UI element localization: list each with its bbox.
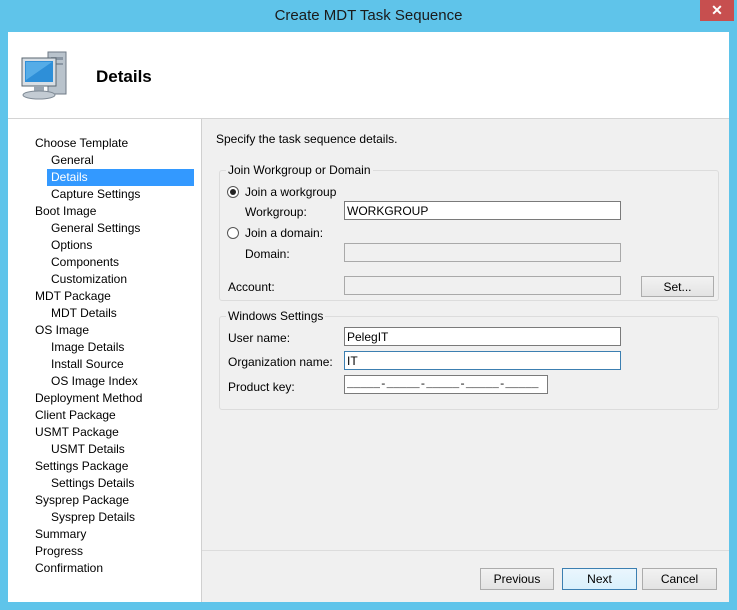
account-input[interactable] [344, 276, 621, 295]
join-group-title: Join Workgroup or Domain [226, 163, 373, 177]
account-label: Account: [228, 280, 275, 294]
workgroup-label: Workgroup: [245, 205, 307, 219]
step-item-mdt-details[interactable]: MDT Details [8, 305, 201, 322]
step-item-mdt-package[interactable]: MDT Package [8, 288, 201, 305]
page-title: Details [96, 67, 152, 86]
previous-button[interactable]: Previous [480, 568, 554, 590]
product-key-input[interactable]: _____-_____-_____-_____-_____ [344, 375, 548, 394]
step-item-usmt-details[interactable]: USMT Details [8, 441, 201, 458]
domain-label: Domain: [245, 247, 290, 261]
step-item-customization[interactable]: Customization [8, 271, 201, 288]
close-button[interactable]: ✕ [700, 0, 734, 21]
step-item-client-package[interactable]: Client Package [8, 407, 201, 424]
join-workgroup-label: Join a workgroup [245, 185, 337, 199]
dialog-window: Create MDT Task Sequence ✕ Details Choos… [0, 0, 737, 610]
step-item-components[interactable]: Components [8, 254, 201, 271]
step-item-general-settings[interactable]: General Settings [8, 220, 201, 237]
next-button[interactable]: Next [562, 568, 637, 590]
step-item-confirmation[interactable]: Confirmation [8, 560, 201, 577]
windows-group-title: Windows Settings [226, 309, 326, 323]
computer-icon [21, 51, 67, 100]
wizard-header: Details [8, 32, 729, 119]
organization-label: Organization name: [228, 355, 333, 369]
close-icon: ✕ [711, 2, 723, 18]
step-list: Choose Template General Details Capture Set… [8, 135, 201, 577]
step-item-details[interactable]: Details [47, 169, 194, 186]
set-account-button[interactable]: Set... [641, 276, 714, 297]
step-item-image-details[interactable]: Image Details [8, 339, 201, 356]
cancel-button[interactable]: Cancel [642, 568, 717, 590]
step-item-settings-package[interactable]: Settings Package [8, 458, 201, 475]
step-item-sysprep-details[interactable]: Sysprep Details [8, 509, 201, 526]
step-item-install-source[interactable]: Install Source [8, 356, 201, 373]
intro-text: Specify the task sequence details. [216, 132, 398, 146]
content-area: Choose Template General Details Capture Set… [8, 119, 729, 602]
join-domain-radio[interactable] [227, 227, 239, 239]
footer-divider [202, 550, 729, 551]
workgroup-input[interactable]: WORKGROUP [344, 201, 621, 220]
join-domain-label: Join a domain: [245, 226, 324, 240]
product-key-label: Product key: [228, 380, 295, 394]
step-item-boot-image[interactable]: Boot Image [8, 203, 201, 220]
join-workgroup-radio[interactable] [227, 186, 239, 198]
step-item-os-image-index[interactable]: OS Image Index [8, 373, 201, 390]
username-label: User name: [228, 331, 291, 345]
step-item-general[interactable]: General [8, 152, 201, 169]
step-item-deployment-method[interactable]: Deployment Method [8, 390, 201, 407]
step-item-sysprep-package[interactable]: Sysprep Package [8, 492, 201, 509]
organization-input[interactable]: IT [344, 351, 621, 370]
step-item-choose-template[interactable]: Choose Template [8, 135, 201, 152]
details-pane: Specify the task sequence details. Join … [202, 119, 729, 602]
title-bar[interactable]: Create MDT Task Sequence ✕ [0, 0, 737, 32]
step-item-settings-details[interactable]: Settings Details [8, 475, 201, 492]
step-item-progress[interactable]: Progress [8, 543, 201, 560]
username-input[interactable]: PelegIT [344, 327, 621, 346]
step-item-usmt-package[interactable]: USMT Package [8, 424, 201, 441]
step-item-options[interactable]: Options [8, 237, 201, 254]
step-item-capture-settings[interactable]: Capture Settings [8, 186, 201, 203]
wizard-steps-sidebar: Choose Template General Details Capture Set… [8, 119, 202, 602]
step-item-os-image[interactable]: OS Image [8, 322, 201, 339]
domain-input[interactable] [344, 243, 621, 262]
window-title: Create MDT Task Sequence [274, 7, 463, 24]
step-item-summary[interactable]: Summary [8, 526, 201, 543]
